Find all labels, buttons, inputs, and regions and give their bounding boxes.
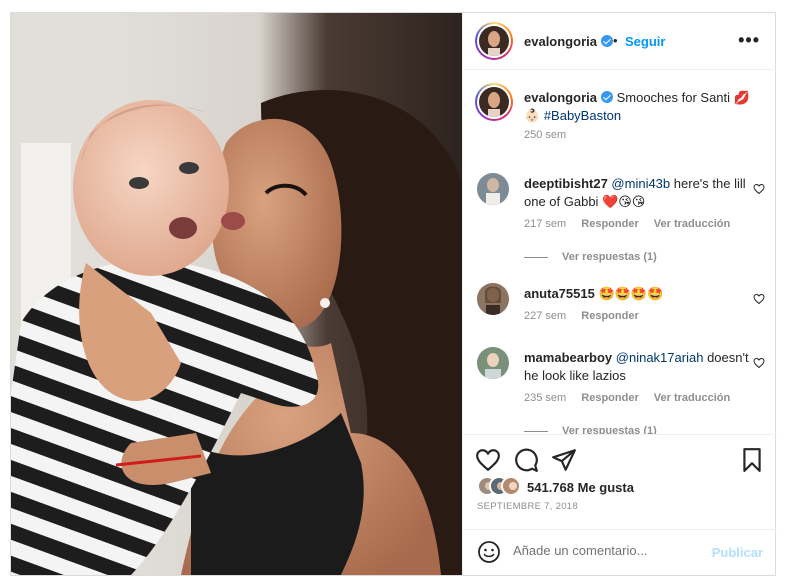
header-separator: •: [613, 33, 618, 48]
heart-icon[interactable]: [475, 447, 501, 473]
caption-body: Smooches for Santi 💋: [616, 90, 750, 105]
follow-button[interactable]: Seguir: [625, 34, 665, 49]
comment-time[interactable]: 217 sem: [524, 218, 566, 230]
comment-heart-icon[interactable]: [753, 183, 765, 195]
comment-text: anuta75515 🤩🤩🤩🤩: [524, 285, 749, 303]
verified-badge-icon: [600, 91, 613, 103]
comment-text: deeptibisht27 @mini43b here's the lill o…: [524, 175, 749, 211]
reply-button[interactable]: Responder: [581, 218, 638, 230]
replies-divider: [524, 256, 548, 258]
comment-avatar-image: [477, 283, 509, 315]
comment-avatar[interactable]: [477, 347, 509, 379]
author-username[interactable]: evalongoria: [524, 34, 613, 49]
view-replies-label[interactable]: Ver respuestas (1): [562, 425, 657, 434]
view-replies-label[interactable]: Ver respuestas (1): [562, 251, 657, 263]
more-options-icon[interactable]: •••: [738, 30, 760, 51]
liker-avatar-image: [503, 478, 519, 494]
comment-mention[interactable]: @mini43b: [611, 176, 670, 191]
comment-heart-icon[interactable]: [753, 293, 765, 305]
caption-avatar[interactable]: [475, 83, 513, 121]
comment-avatar[interactable]: [477, 283, 509, 315]
comment-meta: 235 sem Responder Ver traducción: [524, 392, 742, 404]
post-actions: 541.768 Me gusta SEPTIEMBRE 7, 2018: [463, 434, 777, 529]
comment-mention[interactable]: @ninak17ariah: [616, 350, 704, 365]
likes-label[interactable]: Me gusta: [578, 480, 634, 495]
translate-button[interactable]: Ver traducción: [654, 392, 730, 404]
post-header: evalongoria • Seguir •••: [463, 13, 776, 70]
comment-input[interactable]: [513, 543, 703, 558]
post-date[interactable]: SEPTIEMBRE 7, 2018: [477, 501, 578, 512]
post-image: [11, 13, 462, 575]
caption-avatar-image: [479, 87, 509, 117]
comment-username[interactable]: anuta75515: [524, 286, 595, 301]
translate-button[interactable]: Ver traducción: [654, 218, 730, 230]
likes-count[interactable]: 541.768 Me gusta: [527, 480, 634, 495]
bookmark-icon[interactable]: [739, 447, 765, 473]
comment-meta: 227 sem Responder: [524, 310, 651, 322]
reply-button[interactable]: Responder: [581, 310, 638, 322]
comment-heart-icon[interactable]: [753, 357, 765, 369]
caption-time[interactable]: 250 sem: [524, 129, 566, 141]
comment-body: 🤩🤩🤩🤩: [598, 286, 664, 301]
author-avatar[interactable]: [475, 22, 513, 60]
paper-plane-icon[interactable]: [551, 447, 577, 473]
comment-meta: 217 sem Responder Ver traducción: [524, 218, 742, 230]
comment-avatar-image: [477, 173, 509, 205]
view-replies-button[interactable]: Ver respuestas (1): [524, 251, 657, 263]
caption-text: evalongoria Smooches for Santi 💋 👶🏻 #Bab…: [524, 89, 764, 125]
author-avatar-image: [479, 26, 509, 56]
comment-time[interactable]: 227 sem: [524, 310, 566, 322]
author-username-text[interactable]: evalongoria: [524, 34, 597, 49]
reply-button[interactable]: Responder: [581, 392, 638, 404]
baby-emoji: 👶🏻: [524, 108, 541, 123]
instagram-post: evalongoria • Seguir ••• evalongoria Smo…: [10, 12, 777, 576]
comment-text: mamabearboy @ninak17ariah doesn't he loo…: [524, 349, 749, 385]
verified-badge-icon: [600, 35, 613, 47]
comment-time[interactable]: 235 sem: [524, 392, 566, 404]
comment-username[interactable]: deeptibisht27: [524, 176, 608, 191]
replies-divider: [524, 430, 548, 432]
caption-hashtag[interactable]: #BabyBaston: [544, 108, 621, 123]
liker-avatar: [501, 476, 521, 496]
comment-avatar-image: [477, 347, 509, 379]
view-replies-button[interactable]: Ver respuestas (1): [524, 425, 657, 434]
comment-bubble-icon[interactable]: [513, 447, 539, 473]
post-photo[interactable]: [11, 13, 462, 575]
comments-list[interactable]: evalongoria Smooches for Santi 💋 👶🏻 #Bab…: [463, 71, 777, 434]
comment-avatar[interactable]: [477, 173, 509, 205]
post-side-panel: evalongoria • Seguir ••• evalongoria Smo…: [462, 13, 777, 575]
caption-username[interactable]: evalongoria: [524, 90, 597, 105]
likes-number[interactable]: 541.768: [527, 480, 574, 495]
comment-username[interactable]: mamabearboy: [524, 350, 612, 365]
smiley-icon[interactable]: [477, 540, 501, 564]
publish-button[interactable]: Publicar: [712, 545, 763, 560]
add-comment-bar: Publicar: [463, 529, 777, 575]
